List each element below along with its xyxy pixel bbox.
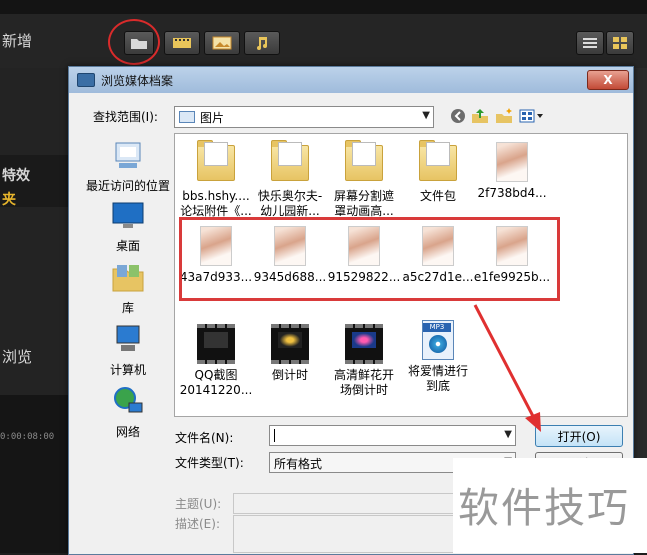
new-folder-icon (496, 108, 512, 123)
app-label-clip[interactable]: 夹 (2, 189, 16, 209)
annotation-circle (108, 19, 160, 65)
place-label: 最近访问的位置 (85, 179, 170, 193)
app-label-effects[interactable]: 特效 (2, 165, 30, 185)
app-label-browse[interactable]: 浏览 (2, 346, 32, 367)
list-icon (583, 38, 597, 48)
folder-icon (419, 140, 457, 181)
close-icon: X (603, 73, 613, 87)
file-name-line2: 场倒计时 (339, 383, 388, 397)
filename-label: 文件名(N): (175, 431, 234, 445)
list-item[interactable]: 快乐奥尔夫- 幼儿园新... (251, 140, 329, 219)
folder-icon (197, 140, 235, 181)
place-label: 库 (121, 301, 134, 315)
look-in-value: 图片 (200, 110, 225, 125)
place-recent[interactable]: 最近访问的位置 (81, 139, 175, 194)
look-in-dropdown[interactable]: 图片 ▼ (174, 106, 434, 128)
app-label-new[interactable]: 新增 (2, 30, 32, 51)
view-menu-button[interactable] (519, 107, 545, 125)
file-name: 快乐奥尔夫- (257, 189, 323, 203)
place-label: 桌面 (115, 239, 140, 253)
network-icon (114, 387, 143, 413)
file-name: QQ截图 (194, 368, 238, 382)
mp3-icon: MP3 (422, 320, 454, 360)
list-item[interactable]: MP3 将爱情进行 到底 (399, 320, 477, 394)
file-name: 文件包 (419, 189, 456, 203)
photo-filter-button[interactable] (204, 31, 240, 55)
list-item[interactable]: 高清鲜花开 场倒计时 (325, 320, 403, 398)
grid-view-button[interactable] (606, 31, 634, 55)
places-bar: 最近访问的位置 桌面 库 计算机 网络 (81, 133, 175, 439)
close-button[interactable]: X (587, 70, 629, 90)
library-icon (112, 265, 144, 292)
up-folder-button[interactable] (471, 107, 489, 125)
file-name: 将爱情进行 (407, 364, 468, 378)
video-filter-button[interactable] (164, 31, 200, 55)
file-name: bbs.hshy.... (182, 189, 250, 203)
folder-icon (271, 140, 309, 181)
view-menu-icon (519, 109, 543, 123)
list-item[interactable]: 文件包 (399, 140, 477, 204)
desktop-icon (112, 202, 144, 228)
file-name-line2: 到底 (425, 379, 450, 393)
list-item[interactable]: 屏幕分割遮 罩动画高... (325, 140, 403, 219)
photo-thumbnail (496, 142, 528, 182)
filetype-value: 所有格式 (274, 457, 323, 471)
recent-places-icon (115, 142, 141, 168)
up-folder-icon (472, 109, 488, 123)
subject-label: 主题(U): (175, 497, 222, 511)
video-icon (345, 324, 383, 364)
list-item[interactable]: 倒计时 (251, 320, 329, 383)
file-name: 2f738bd4... (477, 186, 547, 200)
chevron-down-icon: ▼ (422, 110, 430, 121)
place-label: 网络 (115, 425, 140, 439)
place-network[interactable]: 网络 (81, 385, 175, 440)
grid-icon (613, 37, 627, 49)
place-desktop[interactable]: 桌面 (81, 199, 175, 254)
list-view-button[interactable] (576, 31, 604, 55)
highlight-box (179, 217, 560, 301)
place-library[interactable]: 库 (81, 261, 175, 316)
pictures-folder-icon (179, 111, 195, 123)
timeline-tick: 0:00:08:00 (0, 432, 55, 442)
filename-input[interactable]: ▼ (269, 425, 516, 446)
back-arrow-icon (451, 109, 465, 123)
image-icon (212, 36, 232, 50)
video-icon (197, 324, 235, 364)
music-note-icon (257, 37, 267, 50)
list-item[interactable]: QQ截图 20141220... (177, 320, 255, 398)
file-name-line2: 20141220... (179, 383, 253, 397)
open-button[interactable]: 打开(O) (535, 425, 623, 447)
file-name: 高清鲜花开 (333, 368, 394, 382)
place-computer[interactable]: 计算机 (81, 323, 175, 378)
computer-icon (116, 325, 140, 351)
audio-filter-button[interactable] (244, 31, 280, 55)
new-folder-button[interactable] (495, 107, 513, 125)
folder-icon (345, 140, 383, 181)
file-name: 倒计时 (271, 368, 308, 382)
app-toolbar (0, 14, 647, 68)
film-icon (173, 38, 191, 48)
look-in-label: 查找范围(I): (93, 110, 158, 124)
place-label: 计算机 (109, 363, 146, 377)
watermark: 软件技巧 (458, 484, 630, 532)
app-icon (77, 73, 95, 87)
filetype-label: 文件类型(T): (175, 456, 244, 470)
description-label: 描述(E): (175, 517, 220, 531)
list-item[interactable]: bbs.hshy.... 论坛附件《... (177, 140, 255, 219)
back-button[interactable] (449, 107, 467, 125)
dialog-title: 浏览媒体档案 (101, 73, 174, 88)
video-icon (271, 324, 309, 364)
list-item[interactable]: 2f738bd4... (473, 142, 551, 201)
app-top-bar (0, 0, 647, 14)
chevron-down-icon: ▼ (504, 429, 512, 440)
dialog-titlebar[interactable]: 浏览媒体档案 X (69, 67, 633, 93)
file-name: 屏幕分割遮 (333, 189, 394, 203)
app-timeline (0, 395, 70, 553)
